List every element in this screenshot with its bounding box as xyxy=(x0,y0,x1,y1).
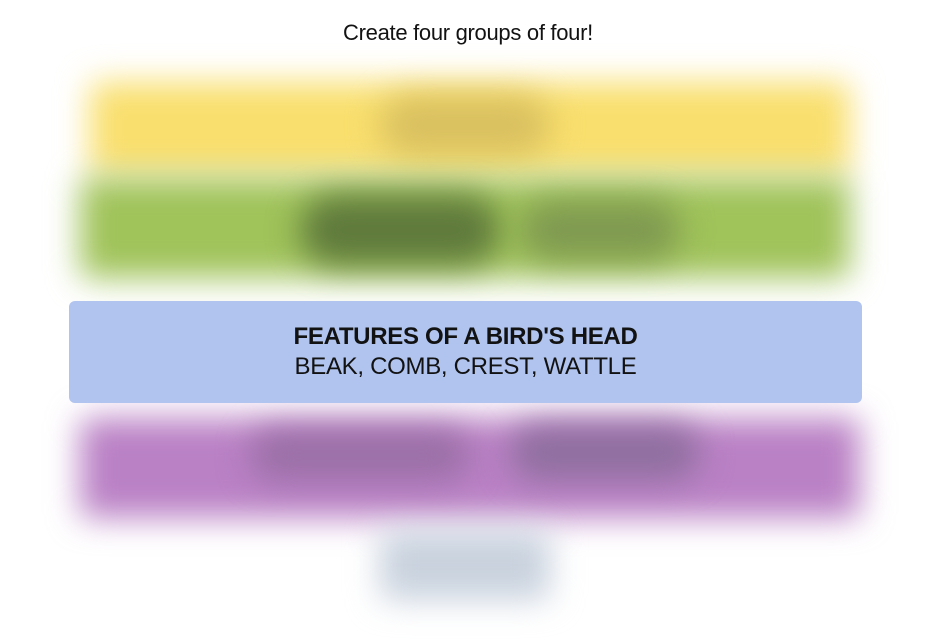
blurred-purple-shade-left xyxy=(250,430,470,480)
solved-group-title: FEATURES OF A BIRD'S HEAD xyxy=(293,323,638,350)
blurred-purple-row xyxy=(80,418,860,518)
blurred-purple-shade-right xyxy=(510,425,700,480)
blurred-yellow-shade xyxy=(380,95,550,155)
blurred-grey-patch xyxy=(380,530,550,600)
blurred-green-shade-right xyxy=(520,200,680,260)
solved-group-blue: FEATURES OF A BIRD'S HEAD BEAK, COMB, CR… xyxy=(69,301,862,403)
blurred-green-shade-left xyxy=(300,195,500,265)
solved-group-members: BEAK, COMB, CREST, WATTLE xyxy=(294,353,637,380)
